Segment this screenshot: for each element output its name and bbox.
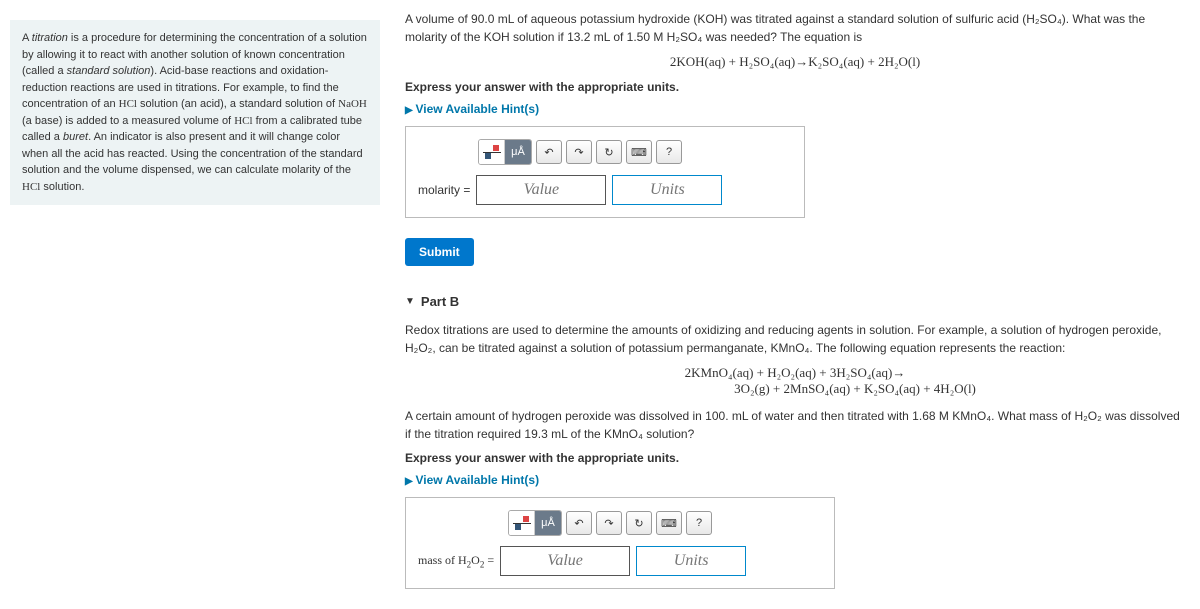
submit-button[interactable]: Submit xyxy=(405,238,474,266)
redo-icon[interactable]: ↷ xyxy=(596,511,622,535)
greek-button[interactable]: μÅ xyxy=(505,140,531,164)
reset-icon[interactable]: ↻ xyxy=(596,140,622,164)
partB-title: Part B xyxy=(421,294,459,309)
partA-label: molarity = xyxy=(418,183,470,197)
undo-icon[interactable]: ↶ xyxy=(566,511,592,535)
partB-problem1: Redox titrations are used to determine t… xyxy=(405,321,1185,357)
partB-header[interactable]: ▼ Part B xyxy=(405,294,1185,309)
partA-instruction: Express your answer with the appropriate… xyxy=(405,80,1185,94)
partA-units-input[interactable] xyxy=(612,175,722,205)
partB-hint-link[interactable]: View Available Hint(s) xyxy=(405,473,1185,487)
partA-hint-link[interactable]: View Available Hint(s) xyxy=(405,102,1185,116)
fraction-icon[interactable] xyxy=(479,140,505,164)
collapse-icon[interactable]: ▼ xyxy=(405,296,415,307)
partB-label: mass of H2O2 = xyxy=(418,553,494,569)
partB-units-input[interactable] xyxy=(636,546,746,576)
help-icon[interactable]: ? xyxy=(656,140,682,164)
info-sidebar: A titration is a procedure for determini… xyxy=(10,20,380,205)
main-content: A volume of 90.0 mL of aqueous potassium… xyxy=(390,0,1200,609)
keyboard-icon[interactable]: ⌨ xyxy=(626,140,652,164)
partA-answer-box: μÅ ↶ ↷ ↻ ⌨ ? molarity = xyxy=(405,126,805,218)
fraction-icon[interactable] xyxy=(509,511,535,535)
partB-value-input[interactable] xyxy=(500,546,630,576)
greek-button[interactable]: μÅ xyxy=(535,511,561,535)
partA-value-input[interactable] xyxy=(476,175,606,205)
partB-toolbar: μÅ ↶ ↷ ↻ ⌨ ? xyxy=(508,510,822,536)
partB-instruction: Express your answer with the appropriate… xyxy=(405,451,1185,465)
help-icon[interactable]: ? xyxy=(686,511,712,535)
partA-toolbar: μÅ ↶ ↷ ↻ ⌨ ? xyxy=(478,139,792,165)
partB-problem2: A certain amount of hydrogen peroxide wa… xyxy=(405,407,1185,443)
partB-answer-box: μÅ ↶ ↷ ↻ ⌨ ? mass of H2O2 = xyxy=(405,497,835,589)
undo-icon[interactable]: ↶ xyxy=(536,140,562,164)
partA-equation: 2KOH(aq) + H₂SO₄(aq)→K₂SO₄(aq) + 2H₂O(l) xyxy=(405,54,1185,70)
redo-icon[interactable]: ↷ xyxy=(566,140,592,164)
reset-icon[interactable]: ↻ xyxy=(626,511,652,535)
sidebar-text: A titration is a procedure for determini… xyxy=(22,30,368,195)
partA-problem: A volume of 90.0 mL of aqueous potassium… xyxy=(405,10,1185,46)
partB-equation: 2KMnO₄(aq) + H₂O₂(aq) + 3H₂SO₄(aq)→ 3O₂(… xyxy=(405,365,1185,397)
keyboard-icon[interactable]: ⌨ xyxy=(656,511,682,535)
